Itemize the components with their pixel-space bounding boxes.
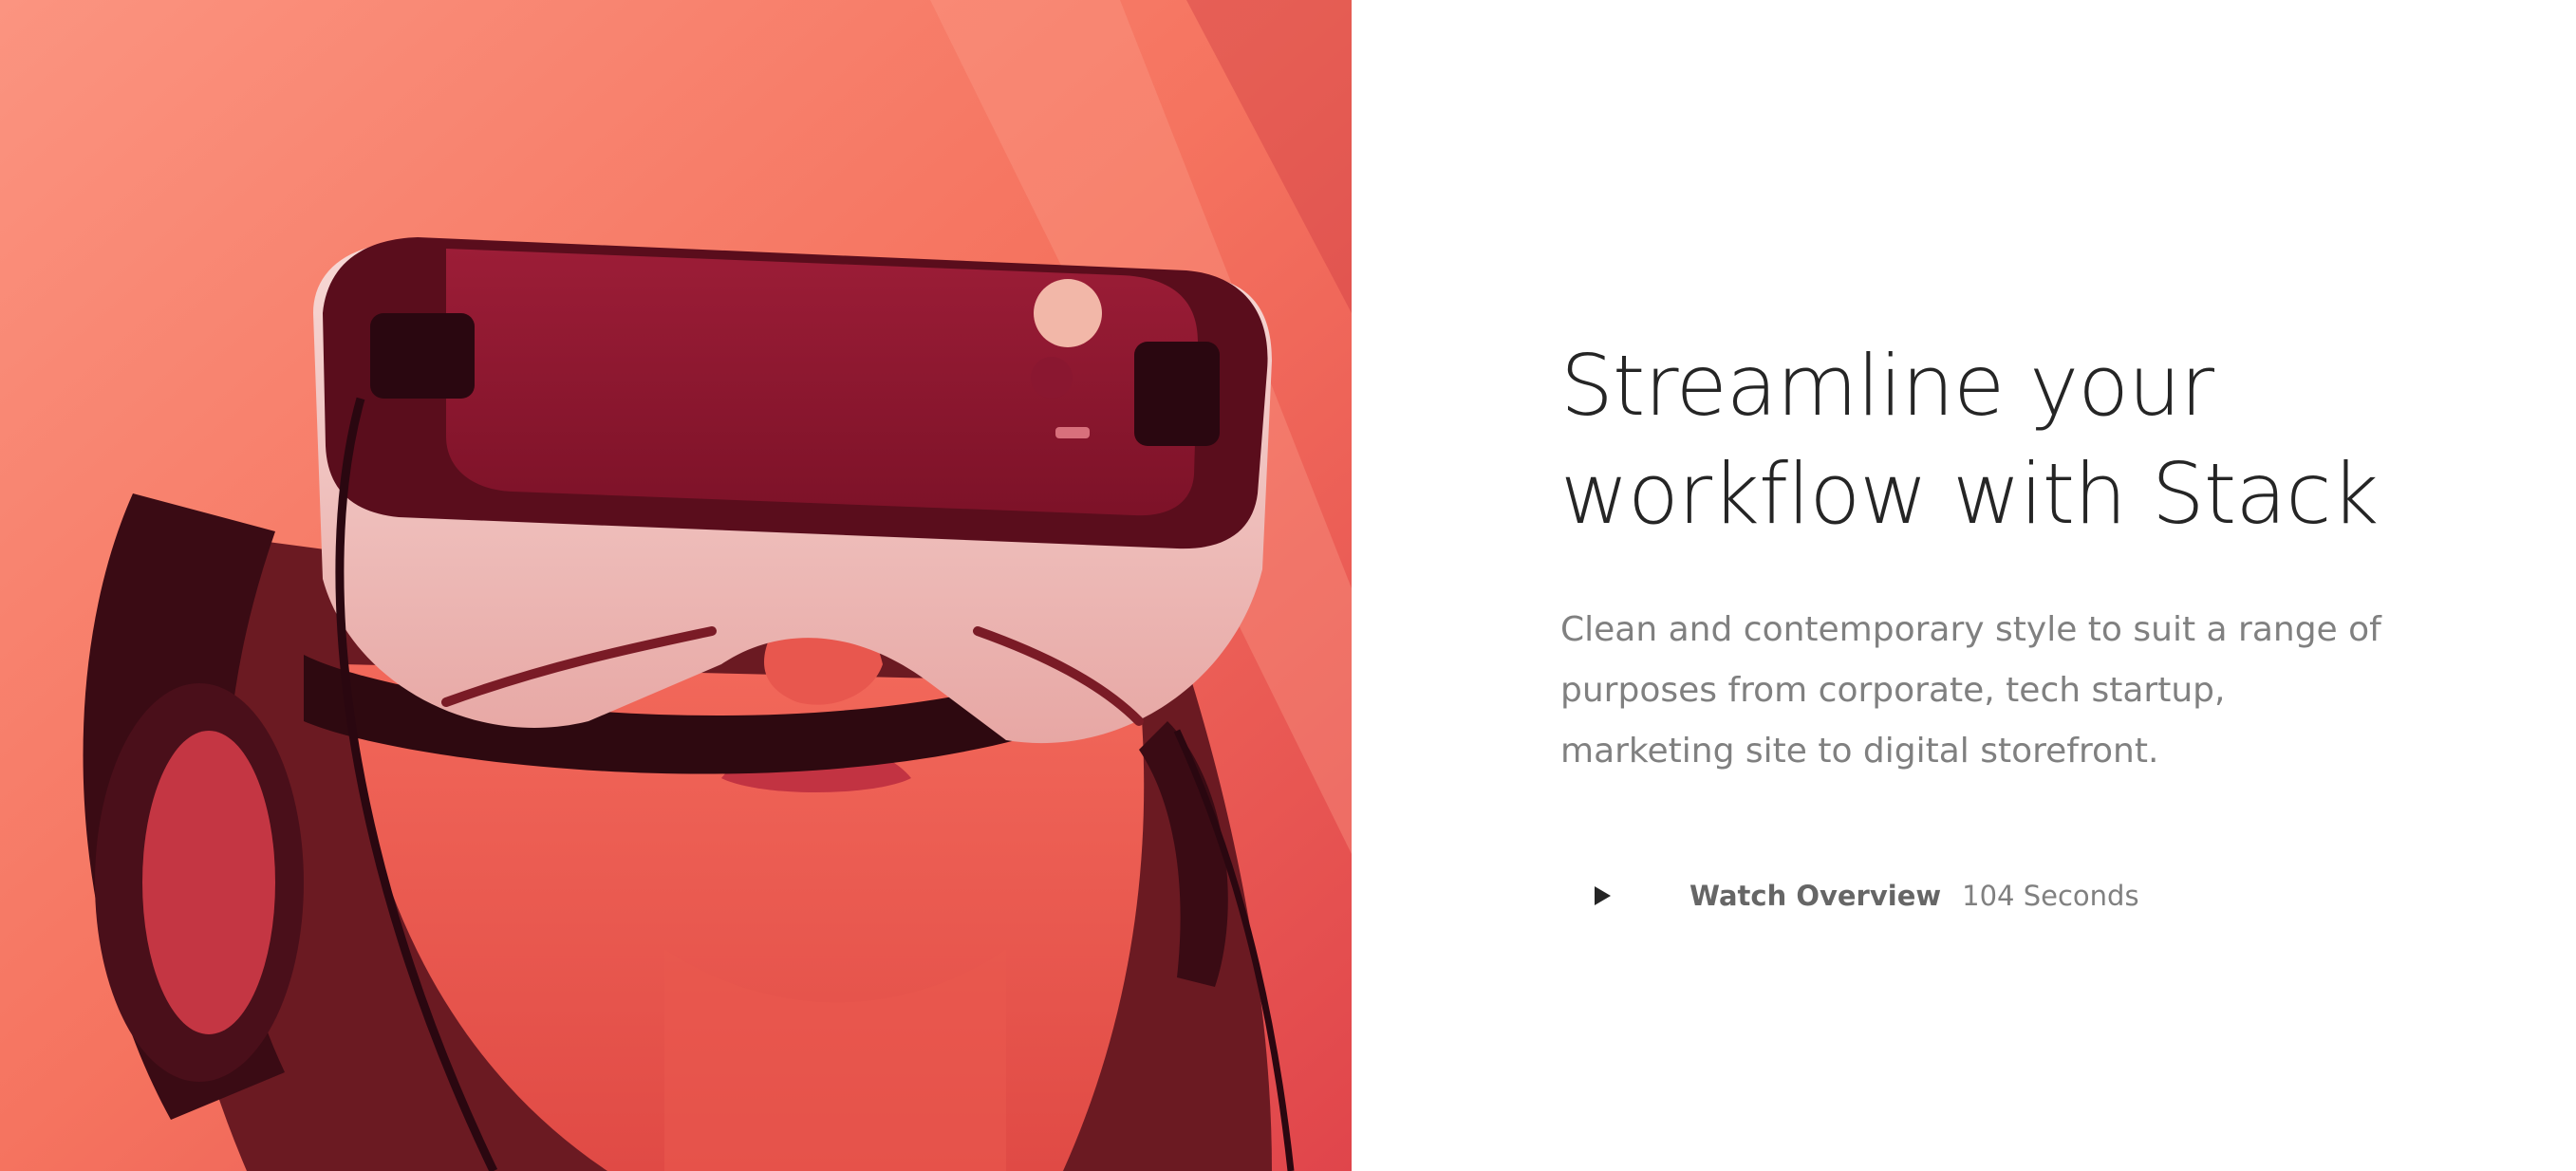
hero-content: Streamline your workflow with Stack Clea… [1560,332,2415,941]
watch-overview-link[interactable]: Watch Overview 104 Seconds [1560,850,2415,941]
watch-overview-label[interactable]: Watch Overview [1689,880,1941,912]
vr-headset-photo-icon [0,0,1352,1171]
page-title: Streamline your workflow with Stack [1560,337,2379,543]
hero-image [0,0,1352,1171]
video-duration: 104 Seconds [1962,880,2139,912]
play-button[interactable] [1555,850,1646,941]
play-icon [1594,886,1611,905]
lead-paragraph: Clean and contemporary style to suit a r… [1560,610,2381,771]
